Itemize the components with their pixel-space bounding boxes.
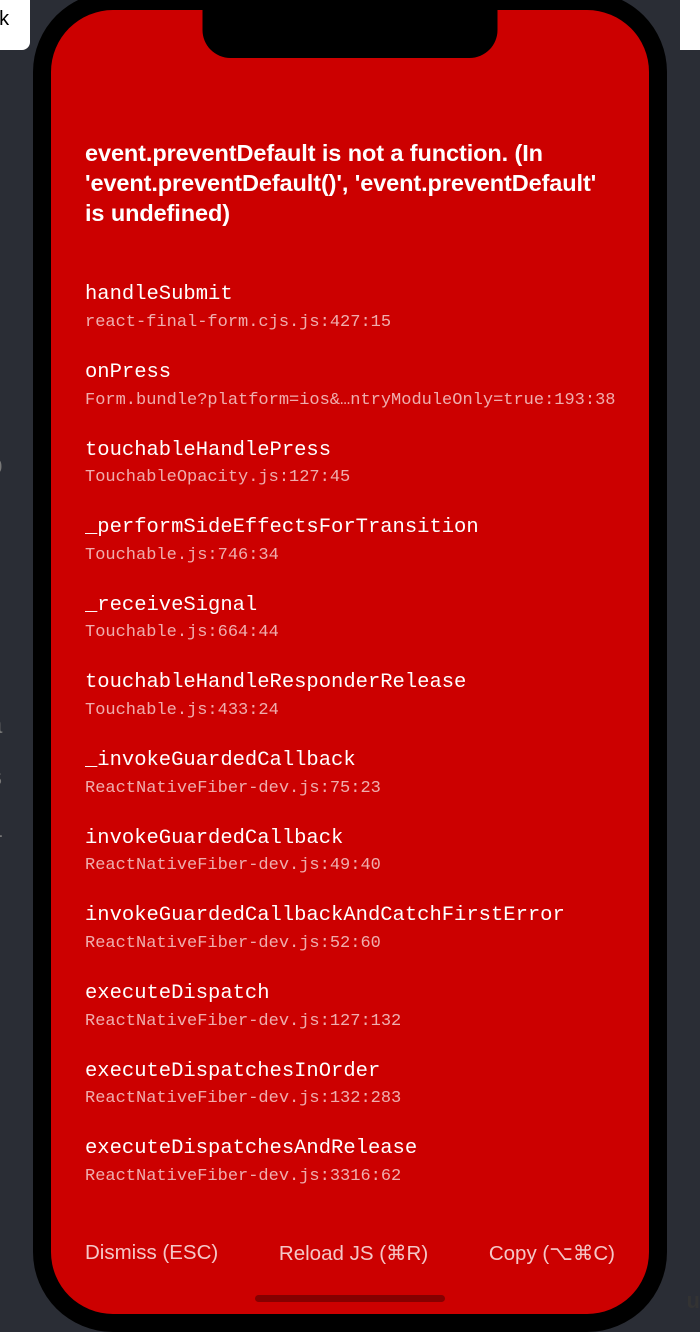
- stack-function-name: invokeGuardedCallback: [85, 826, 615, 853]
- stack-function-name: executeDispatchesInOrder: [85, 1059, 615, 1086]
- stack-function-name: _performSideEffectsForTransition: [85, 515, 615, 542]
- stack-location: ReactNativeFiber-dev.js:52:60: [85, 934, 615, 953]
- stack-function-name: _receiveSignal: [85, 593, 615, 620]
- stack-frame[interactable]: touchableHandleResponderRelease Touchabl…: [85, 670, 615, 720]
- stack-location: Touchable.js:433:24: [85, 701, 615, 720]
- stack-location: Touchable.js:746:34: [85, 546, 615, 565]
- stack-frame[interactable]: executeDispatchesAndRelease ReactNativeF…: [85, 1136, 615, 1186]
- stack-frame[interactable]: handleSubmit react-final-form.cjs.js:427…: [85, 282, 615, 332]
- stack-frame[interactable]: onPress Form.bundle?platform=ios&…ntryMo…: [85, 360, 615, 410]
- stack-function-name: touchableHandleResponderRelease: [85, 670, 615, 697]
- dismiss-button[interactable]: Dismiss (ESC): [85, 1241, 218, 1266]
- stack-frame[interactable]: touchableHandlePress TouchableOpacity.js…: [85, 438, 615, 488]
- stack-function-name: invokeGuardedCallbackAndCatchFirstError: [85, 903, 615, 930]
- stack-location: ReactNativeFiber-dev.js:132:283: [85, 1089, 615, 1108]
- stack-location: ReactNativeFiber-dev.js:127:132: [85, 1012, 615, 1031]
- stack-function-name: executeDispatch: [85, 981, 615, 1008]
- stack-function-name: _invokeGuardedCallback: [85, 748, 615, 775]
- stack-location: react-final-form.cjs.js:427:15: [85, 313, 615, 332]
- stack-frame[interactable]: executeDispatch ReactNativeFiber-dev.js:…: [85, 981, 615, 1031]
- home-indicator[interactable]: [255, 1295, 445, 1302]
- stack-function-name: executeDispatchesAndRelease: [85, 1136, 615, 1163]
- stack-function-name: touchableHandlePress: [85, 438, 615, 465]
- stack-location: TouchableOpacity.js:127:45: [85, 468, 615, 487]
- stack-location: ReactNativeFiber-dev.js:3316:62: [85, 1167, 615, 1186]
- background-right: [680, 0, 700, 1324]
- device-notch: [203, 10, 498, 58]
- stack-function-name: onPress: [85, 360, 615, 387]
- copy-button[interactable]: Copy (⌥⌘C): [489, 1241, 615, 1266]
- stack-frame[interactable]: _receiveSignal Touchable.js:664:44: [85, 593, 615, 643]
- background-right-tab: [680, 0, 700, 50]
- simulator-device-frame: event.preventDefault is not a function. …: [33, 0, 667, 1332]
- stack-frame[interactable]: _invokeGuardedCallback ReactNativeFiber-…: [85, 748, 615, 798]
- stack-location: ReactNativeFiber-dev.js:75:23: [85, 779, 615, 798]
- background-right-text: ul: [686, 1288, 700, 1314]
- stack-frame[interactable]: invokeGuardedCallbackAndCatchFirstError …: [85, 903, 615, 953]
- simulator-screen[interactable]: event.preventDefault is not a function. …: [51, 10, 649, 1314]
- stack-frame[interactable]: _performSideEffectsForTransition Touchab…: [85, 515, 615, 565]
- background-code: sp:],s:oaesll: [0, 440, 3, 856]
- stack-location: ReactNativeFiber-dev.js:49:40: [85, 856, 615, 875]
- error-title: event.preventDefault is not a function. …: [85, 138, 615, 228]
- reload-js-button[interactable]: Reload JS (⌘R): [279, 1241, 428, 1266]
- stack-frame[interactable]: executeDispatchesInOrder ReactNativeFibe…: [85, 1059, 615, 1109]
- stack-function-name: handleSubmit: [85, 282, 615, 309]
- stack-trace-list[interactable]: handleSubmit react-final-form.cjs.js:427…: [85, 282, 615, 1229]
- redbox-error-screen: event.preventDefault is not a function. …: [51, 10, 649, 1314]
- stack-location: Touchable.js:664:44: [85, 623, 615, 642]
- toolbar-dots-icon: ⋮: [0, 92, 8, 118]
- background-tab: ek: [0, 0, 30, 50]
- stack-frame[interactable]: invokeGuardedCallback ReactNativeFiber-d…: [85, 826, 615, 876]
- stack-location: Form.bundle?platform=ios&…ntryModuleOnly…: [85, 391, 615, 410]
